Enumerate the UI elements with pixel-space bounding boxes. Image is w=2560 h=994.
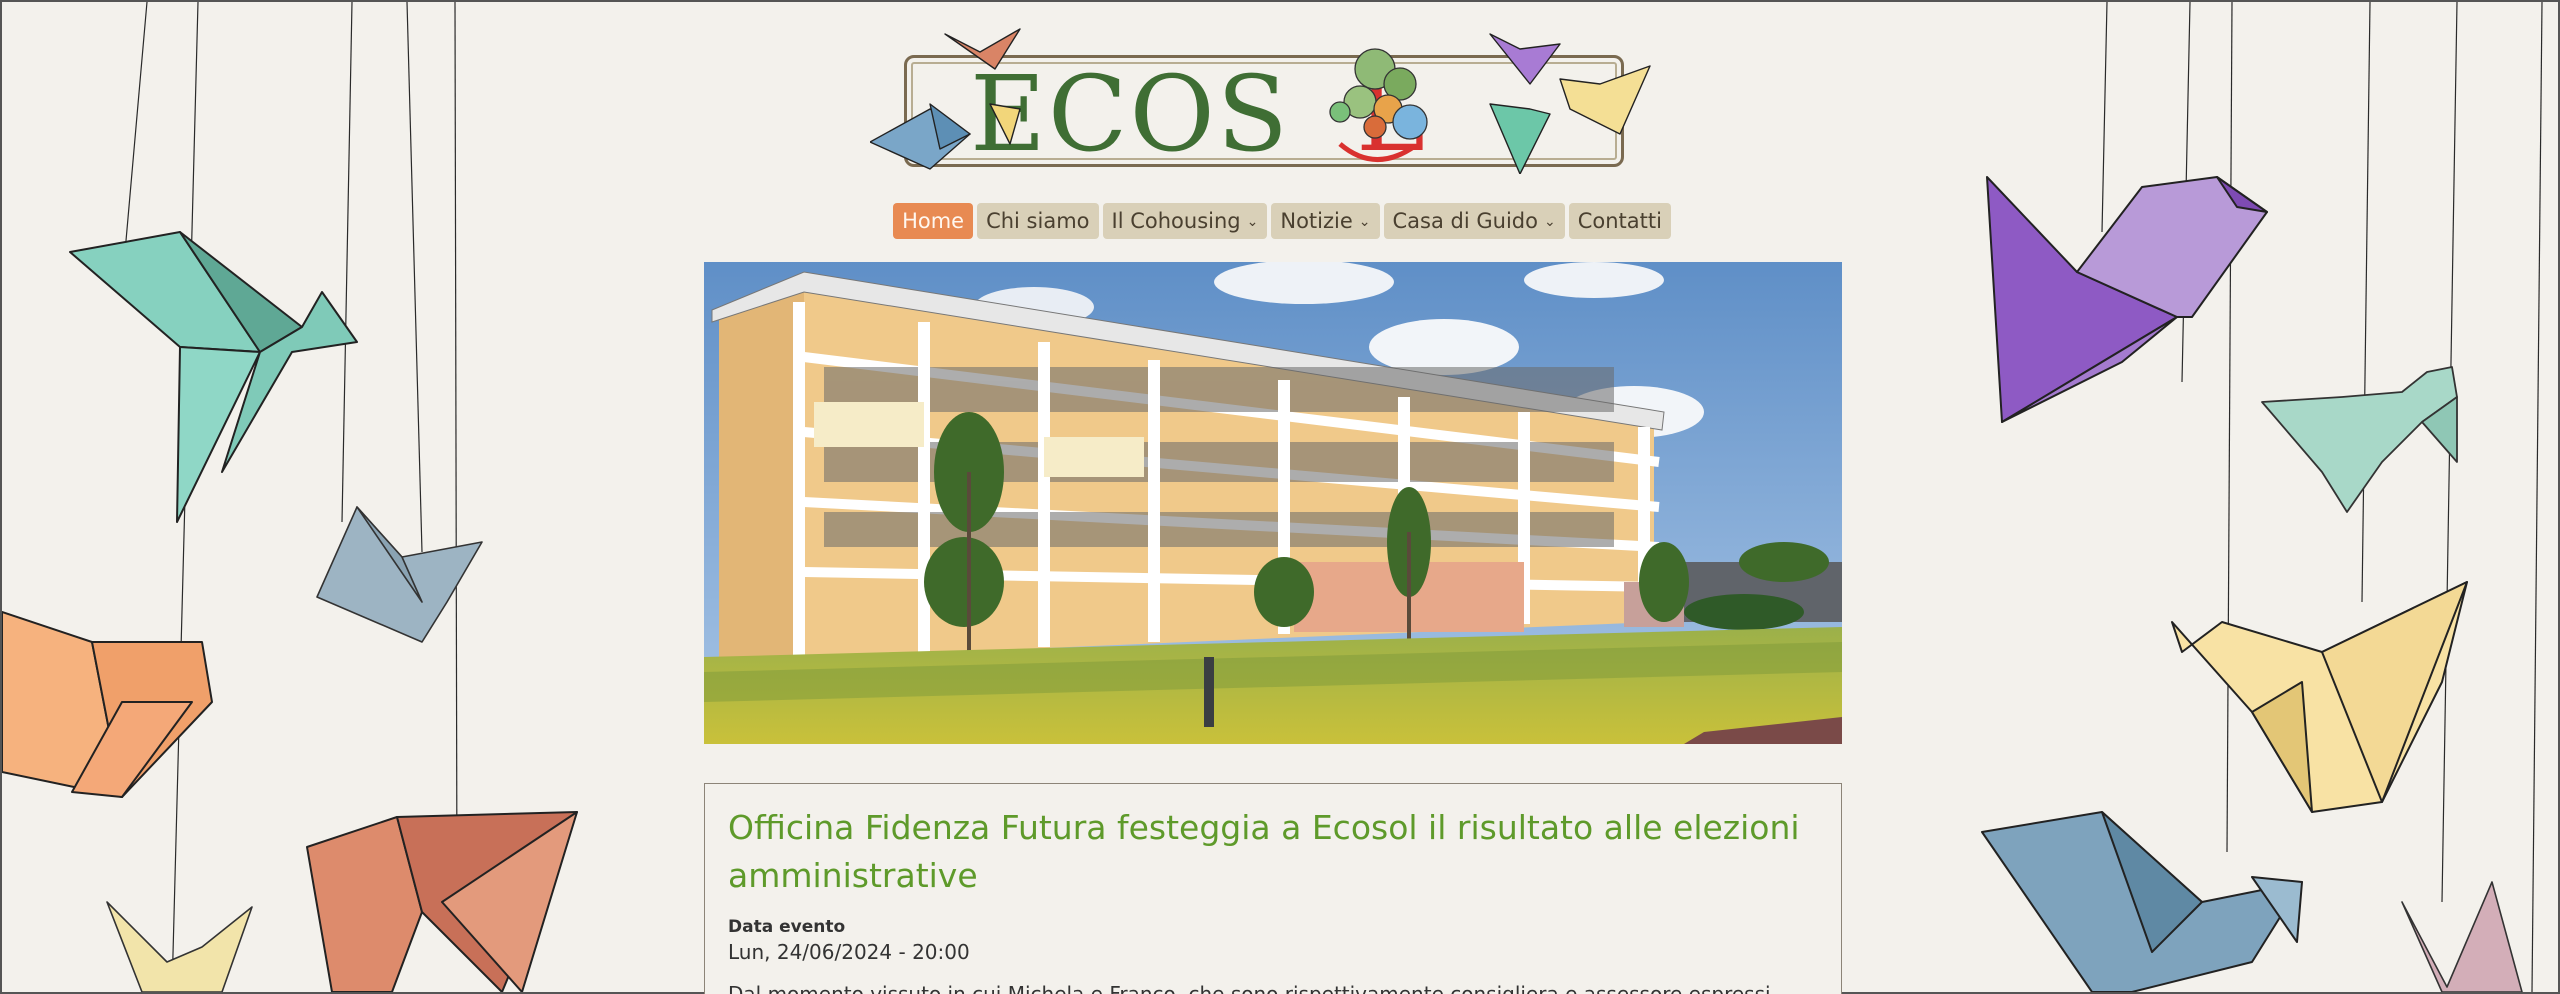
- chevron-down-icon: ⌄: [1543, 214, 1556, 230]
- nav-il-cohousing[interactable]: Il Cohousing ⌄: [1102, 203, 1268, 239]
- logo-crane-red: [944, 28, 1021, 70]
- nav-chi-siamo[interactable]: Chi siamo: [977, 203, 1099, 239]
- logo-cranes: [870, 28, 1651, 174]
- crane-blue-right: [1981, 811, 2303, 992]
- main-nav: Home Chi siamo Il Cohousing ⌄ Notizie ⌄ Ca…: [2, 203, 2560, 239]
- logo-crane-purple: [1489, 33, 1561, 85]
- crane-pink-right: [2401, 881, 2523, 992]
- crane-yellow-right: [2171, 581, 2468, 813]
- site-logo[interactable]: ECOSL: [870, 24, 1660, 174]
- chevron-down-icon: ⌄: [1358, 214, 1371, 230]
- chevron-down-icon: ⌄: [1246, 214, 1259, 230]
- logo-crane-yellow-2: [1559, 65, 1651, 135]
- article-title[interactable]: Officina Fidenza Futura festeggia a Ecos…: [728, 804, 1808, 900]
- crane-red-left: [306, 811, 578, 992]
- logo-bubbles-icon: [1329, 48, 1428, 162]
- article-body: Dal momento vissuto in cui Michela e Fra…: [728, 982, 1771, 994]
- nav-casa-di-guido-label: Casa di Guido: [1392, 209, 1538, 233]
- nav-chi-siamo-label: Chi siamo: [986, 209, 1090, 233]
- crane-orange-left: [2, 611, 213, 798]
- nav-contatti-label: Contatti: [1577, 209, 1662, 233]
- nav-contatti[interactable]: Contatti: [1568, 203, 1671, 239]
- crane-yellow-left: [106, 901, 253, 992]
- nav-notizie-label: Notizie: [1280, 209, 1353, 233]
- event-date-label: Data evento: [728, 917, 846, 937]
- nav-home[interactable]: Home: [893, 203, 974, 239]
- logo-crane-teal: [1489, 103, 1551, 174]
- building-photo: [704, 262, 1842, 744]
- crane-mint-right: [2261, 366, 2458, 513]
- hero-image: [704, 262, 1842, 744]
- event-date-value: Lun, 24/06/2024 - 20:00: [728, 940, 970, 964]
- article-card: Officina Fidenza Futura festeggia a Ecos…: [704, 783, 1842, 994]
- logo-crane-yellow: [989, 103, 1021, 145]
- nav-casa-di-guido[interactable]: Casa di Guido ⌄: [1383, 203, 1565, 239]
- nav-notizie[interactable]: Notizie ⌄: [1271, 203, 1380, 239]
- crane-teal-left: [69, 231, 358, 523]
- nav-home-label: Home: [902, 209, 965, 233]
- nav-il-cohousing-label: Il Cohousing: [1111, 209, 1241, 233]
- crane-grey-left: [316, 506, 483, 643]
